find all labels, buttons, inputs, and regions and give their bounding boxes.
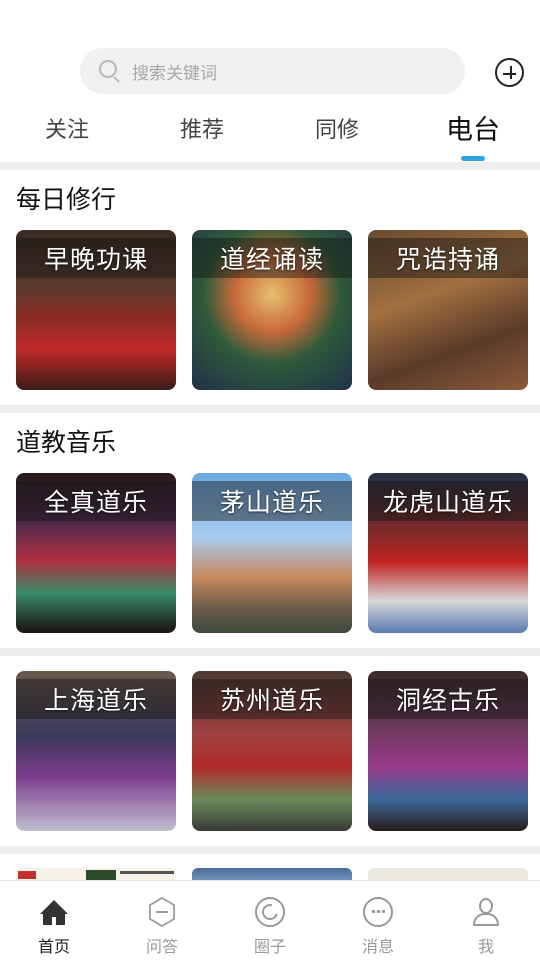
section-title-taoist-music: 道教音乐 bbox=[16, 428, 117, 457]
nav-label: 消息 bbox=[361, 937, 394, 956]
search-placeholder: 搜索关键词 bbox=[132, 63, 217, 84]
divider bbox=[0, 846, 540, 854]
search-row: 搜索关键词 bbox=[0, 48, 540, 96]
nav-qa[interactable]: 问答 bbox=[108, 881, 216, 960]
card-maoshan-music[interactable]: 茅山道乐 bbox=[192, 473, 352, 633]
qa-icon bbox=[147, 897, 177, 927]
section-title-daily-practice: 每日修行 bbox=[16, 185, 117, 214]
message-icon bbox=[363, 897, 393, 927]
nav-label: 圈子 bbox=[253, 937, 286, 956]
card-shanghai-music[interactable]: 上海道乐 bbox=[16, 671, 176, 831]
card-dongjing-music[interactable]: 洞经古乐 bbox=[368, 671, 528, 831]
card-mantra-chanting[interactable]: 咒诰持诵 bbox=[368, 230, 528, 390]
card-label: 茅山道乐 bbox=[219, 488, 324, 517]
home-icon bbox=[39, 897, 69, 927]
top-tabs: 关注 推荐 同修 电台 bbox=[0, 112, 540, 162]
card-quanzhen-music[interactable]: 全真道乐 bbox=[16, 473, 176, 633]
card-label: 上海道乐 bbox=[43, 686, 148, 715]
profile-icon bbox=[471, 897, 501, 927]
search-box[interactable]: 搜索关键词 bbox=[80, 48, 465, 94]
active-tab-indicator bbox=[461, 156, 485, 161]
tab-follow[interactable]: 关注 bbox=[45, 112, 89, 144]
card-longhushan-music[interactable]: 龙虎山道乐 bbox=[368, 473, 528, 633]
nav-me[interactable]: 我 bbox=[432, 881, 540, 960]
card-label: 洞经古乐 bbox=[395, 686, 500, 715]
card-label: 早晚功课 bbox=[43, 245, 148, 274]
card-label: 龙虎山道乐 bbox=[382, 488, 513, 517]
nav-label: 我 bbox=[477, 937, 494, 956]
card-scripture-reading[interactable]: 道经诵读 bbox=[192, 230, 352, 390]
card-label: 苏州道乐 bbox=[219, 686, 324, 715]
add-plus-icon[interactable] bbox=[495, 58, 524, 87]
bottom-nav: 首页 问答 圈子 消息 我 bbox=[0, 880, 540, 960]
card-label: 道经诵读 bbox=[219, 245, 324, 274]
search-icon bbox=[98, 59, 122, 83]
nav-home[interactable]: 首页 bbox=[0, 881, 108, 960]
divider bbox=[0, 162, 540, 170]
tab-radio[interactable]: 电台 bbox=[446, 108, 500, 147]
card-morning-evening-rites[interactable]: 早晚功课 bbox=[16, 230, 176, 390]
card-label: 全真道乐 bbox=[43, 488, 148, 517]
tab-recommend[interactable]: 推荐 bbox=[180, 112, 224, 144]
nav-messages[interactable]: 消息 bbox=[324, 881, 432, 960]
card-suzhou-music[interactable]: 苏州道乐 bbox=[192, 671, 352, 831]
nav-label: 首页 bbox=[37, 937, 70, 956]
nav-label: 问答 bbox=[145, 937, 178, 956]
circle-icon bbox=[255, 897, 285, 927]
nav-circle[interactable]: 圈子 bbox=[216, 881, 324, 960]
divider bbox=[0, 405, 540, 413]
divider bbox=[0, 648, 540, 656]
card-label: 咒诰持诵 bbox=[395, 245, 500, 274]
tab-fellow-practitioners[interactable]: 同修 bbox=[315, 112, 359, 144]
